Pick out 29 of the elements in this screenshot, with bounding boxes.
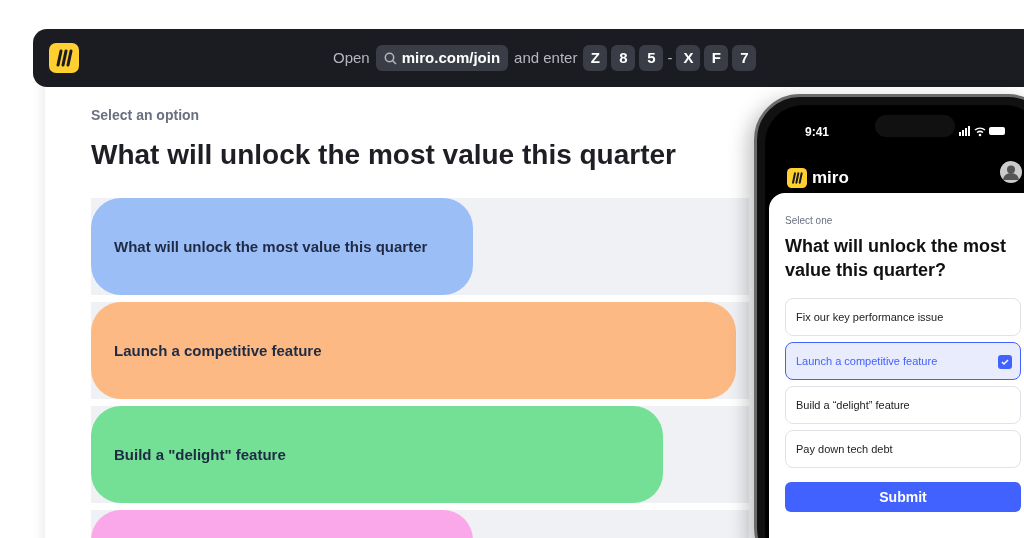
bar-label: Launch a competitive feature [114, 341, 322, 361]
join-label: and enter [514, 47, 578, 68]
code-key: 8 [611, 45, 636, 71]
status-time: 9:41 [805, 124, 830, 141]
option-button[interactable]: Pay down tech debt [785, 430, 1021, 468]
option-button[interactable]: Launch a competitive feature [785, 342, 1021, 380]
code-key: X [676, 45, 701, 71]
option-button[interactable]: Fix our key performance issue [785, 298, 1021, 336]
code-separator: - [667, 47, 673, 68]
brand-name: miro [812, 167, 849, 189]
logo-icon [49, 43, 79, 73]
submit-button[interactable]: Submit [785, 482, 1021, 512]
logo-icon [787, 167, 807, 188]
eyebrow-text: Select an option [91, 106, 201, 125]
code-key: Z [583, 45, 608, 71]
avatar-icon[interactable] [1000, 161, 1022, 183]
bar-label: What will unlock the most value this quarter [114, 237, 428, 257]
question-title: What will unlock the most value this quarter? [785, 235, 1007, 282]
url-chip: miro.com/join [375, 45, 509, 71]
code-key: F [704, 45, 729, 71]
eyebrow-text: Select one [785, 214, 834, 228]
code-key: 7 [732, 45, 757, 71]
option-button[interactable]: Build a “delight” feature [785, 386, 1021, 424]
checkbox-icon [998, 355, 1012, 369]
search-icon [383, 51, 397, 65]
join-label: Open [333, 47, 370, 68]
question-title: What will unlock the most value this quarter [91, 138, 677, 172]
bar-label: Build a "delight" feature [114, 445, 286, 465]
code-key: 5 [639, 45, 664, 71]
